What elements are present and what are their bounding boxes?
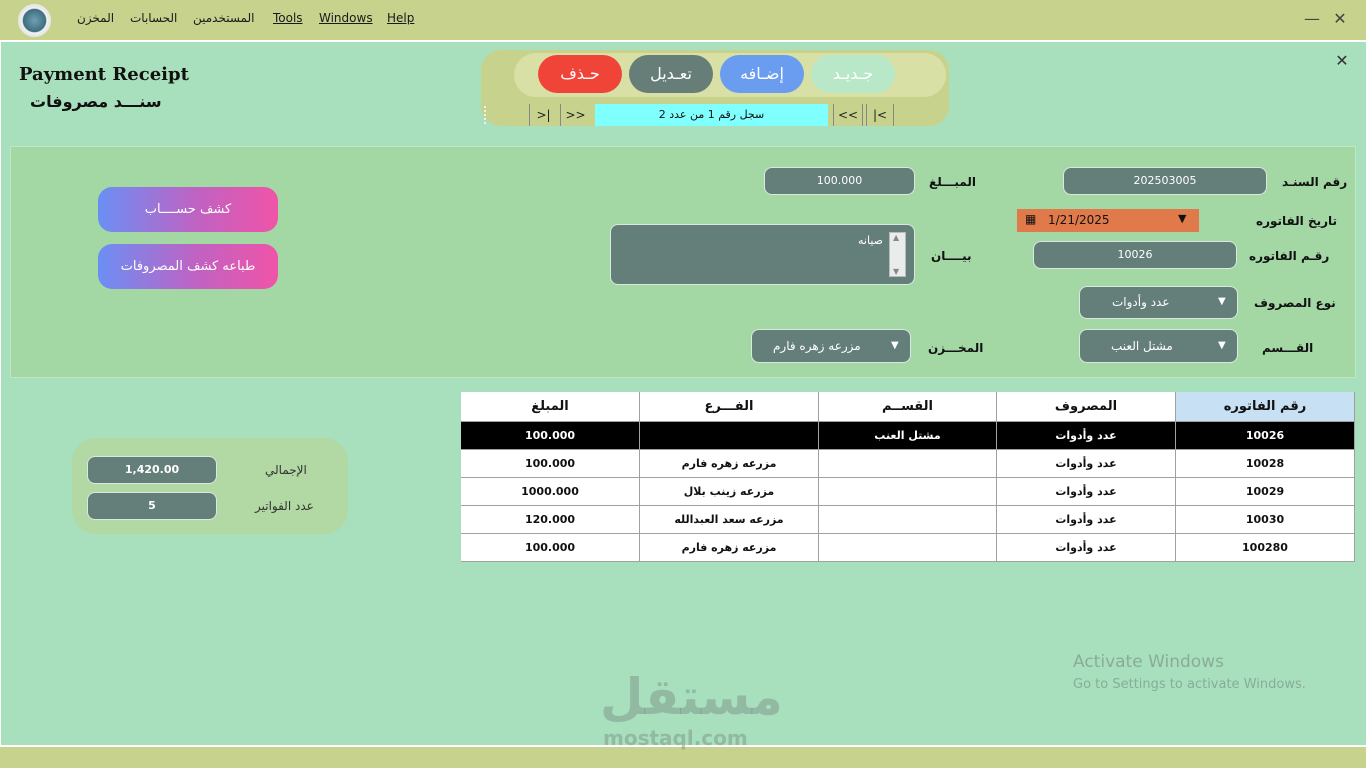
menu-windows[interactable]: Windows xyxy=(319,11,373,25)
watermark-ar: مستقل xyxy=(600,668,783,726)
grid-header-branch[interactable]: الفـــرع xyxy=(640,392,819,422)
table-row-cell[interactable]: مزرعه زهره فارم xyxy=(640,450,819,478)
table-row-cell[interactable]: 10030 xyxy=(1176,506,1355,534)
table-row-cell[interactable]: مزرعه زينب بلال xyxy=(640,478,819,506)
store-value: مزرعه زهره فارم xyxy=(773,339,861,353)
description-field[interactable]: صيانه ▲ ▼ xyxy=(610,224,915,285)
invoices-grid[interactable]: رقم الفاتوره المصروف القســم الفـــرع ال… xyxy=(461,392,1355,562)
section-value: مشتل العنب xyxy=(1111,339,1173,353)
menu-store[interactable]: المخزن xyxy=(77,11,114,25)
menu-help[interactable]: Help xyxy=(387,11,414,25)
print-expenses-button[interactable]: طباعه كشف المصروفات xyxy=(98,244,278,289)
grid-header-expense[interactable]: المصروف xyxy=(997,392,1176,422)
nav-grip xyxy=(484,106,488,124)
voucher-no-field[interactable]: 202503005 xyxy=(1063,167,1267,195)
invoice-no-label: رقـم الفاتوره xyxy=(1249,249,1330,263)
table-row-cell[interactable] xyxy=(819,478,997,506)
store-select[interactable]: مزرعه زهره فارم ▼ xyxy=(751,329,911,363)
menu-tools[interactable]: Tools xyxy=(273,11,303,25)
new-button[interactable]: جـديـد xyxy=(811,55,895,93)
table-row-cell[interactable]: 100280 xyxy=(1176,534,1355,562)
scroll-down-icon[interactable]: ▼ xyxy=(893,267,899,276)
chevron-down-icon[interactable]: ▼ xyxy=(1218,296,1226,307)
total-value: 1,420.00 xyxy=(87,456,217,484)
description-scrollbar[interactable]: ▲ ▼ xyxy=(889,232,906,277)
nav-prev-button[interactable]: << xyxy=(833,104,863,126)
table-row-cell[interactable]: 100.000 xyxy=(461,450,640,478)
invoice-date-label: تاريخ الفاتوره xyxy=(1256,214,1338,228)
edit-button[interactable]: تعـديل xyxy=(629,55,713,93)
amount-field[interactable]: 100.000 xyxy=(764,167,915,195)
table-row-cell[interactable] xyxy=(640,422,819,450)
amount-label: المبـــلغ xyxy=(929,175,976,189)
invoice-date-value: 1/21/2025 xyxy=(1048,213,1110,227)
nav-next-button[interactable]: >> xyxy=(560,104,590,126)
menu-accounts[interactable]: الحسابات xyxy=(130,11,177,25)
table-row-cell[interactable]: عدد وأدوات xyxy=(997,506,1176,534)
chevron-down-icon[interactable]: ▼ xyxy=(1178,212,1186,225)
table-row-cell[interactable]: مزرعه زهره فارم xyxy=(640,534,819,562)
section-select[interactable]: مشتل العنب ▼ xyxy=(1079,329,1238,363)
table-row-cell[interactable]: 1000.000 xyxy=(461,478,640,506)
add-button[interactable]: إضـافه xyxy=(720,55,804,93)
store-label: المخـــزن xyxy=(928,341,984,355)
form-close-icon[interactable]: ✕ xyxy=(1333,52,1351,70)
table-row-cell[interactable]: 120.000 xyxy=(461,506,640,534)
grid-header-invoice-no[interactable]: رقم الفاتوره xyxy=(1176,392,1355,422)
invoice-date-picker[interactable]: ▦ 1/21/2025 ▼ xyxy=(1017,209,1199,232)
grid-header-section[interactable]: القســم xyxy=(819,392,997,422)
table-row-cell[interactable]: مشتل العنب xyxy=(819,422,997,450)
table-row-cell[interactable] xyxy=(819,506,997,534)
chevron-down-icon[interactable]: ▼ xyxy=(891,340,899,351)
section-label: القـــسم xyxy=(1262,341,1314,355)
scroll-up-icon[interactable]: ▲ xyxy=(893,233,899,242)
table-row-cell[interactable]: عدد وأدوات xyxy=(997,422,1176,450)
record-info: سجل رقم 1 من عدد 2 xyxy=(595,104,828,126)
nav-first-button[interactable]: |< xyxy=(866,104,894,126)
count-value: 5 xyxy=(87,492,217,520)
table-row-cell[interactable] xyxy=(819,534,997,562)
expense-type-select[interactable]: عدد وأدوات ▼ xyxy=(1079,286,1238,319)
delete-button[interactable]: حـذف xyxy=(538,55,622,93)
description-label: بيــــان xyxy=(931,249,972,263)
calendar-icon: ▦ xyxy=(1025,212,1037,226)
table-row-cell[interactable]: عدد وأدوات xyxy=(997,534,1176,562)
table-row-cell[interactable]: 10029 xyxy=(1176,478,1355,506)
table-row-cell[interactable]: عدد وأدوات xyxy=(997,478,1176,506)
app-logo-icon xyxy=(18,4,51,37)
account-statement-button[interactable]: كشف حســــاب xyxy=(98,187,278,232)
table-row-cell[interactable]: 100.000 xyxy=(461,422,640,450)
menu-users[interactable]: المستخدمين xyxy=(193,11,254,25)
expense-type-value: عدد وأدوات xyxy=(1112,295,1170,309)
table-row-cell[interactable] xyxy=(819,450,997,478)
description-value: صيانه xyxy=(858,234,883,247)
table-row-cell[interactable]: 100.000 xyxy=(461,534,640,562)
count-label: عدد الفواتير xyxy=(255,499,314,513)
page-title-en: Payment Receipt xyxy=(19,64,189,85)
page-title-ar: سنـــد مصروفات xyxy=(30,92,162,111)
window-close-icon[interactable]: ✕ xyxy=(1328,8,1352,30)
expense-type-label: نوع المصروف xyxy=(1254,296,1336,310)
voucher-no-label: رقم السنـد xyxy=(1282,175,1348,189)
table-row-cell[interactable]: 10028 xyxy=(1176,450,1355,478)
activation-subtitle: Go to Settings to activate Windows. xyxy=(1073,677,1306,692)
table-row-cell[interactable]: 10026 xyxy=(1176,422,1355,450)
invoice-no-field[interactable]: 10026 xyxy=(1033,241,1237,269)
activation-title: Activate Windows xyxy=(1073,652,1224,672)
total-label: الإجمالي xyxy=(265,463,307,477)
table-row-cell[interactable]: مزرعه سعد العبدالله xyxy=(640,506,819,534)
watermark-en: mostaql.com xyxy=(603,726,748,750)
table-row-cell[interactable]: عدد وأدوات xyxy=(997,450,1176,478)
grid-header-amount[interactable]: المبلغ xyxy=(461,392,640,422)
nav-last-button[interactable]: >| xyxy=(529,104,557,126)
chevron-down-icon[interactable]: ▼ xyxy=(1218,340,1226,351)
minimize-icon[interactable]: — xyxy=(1300,8,1324,30)
